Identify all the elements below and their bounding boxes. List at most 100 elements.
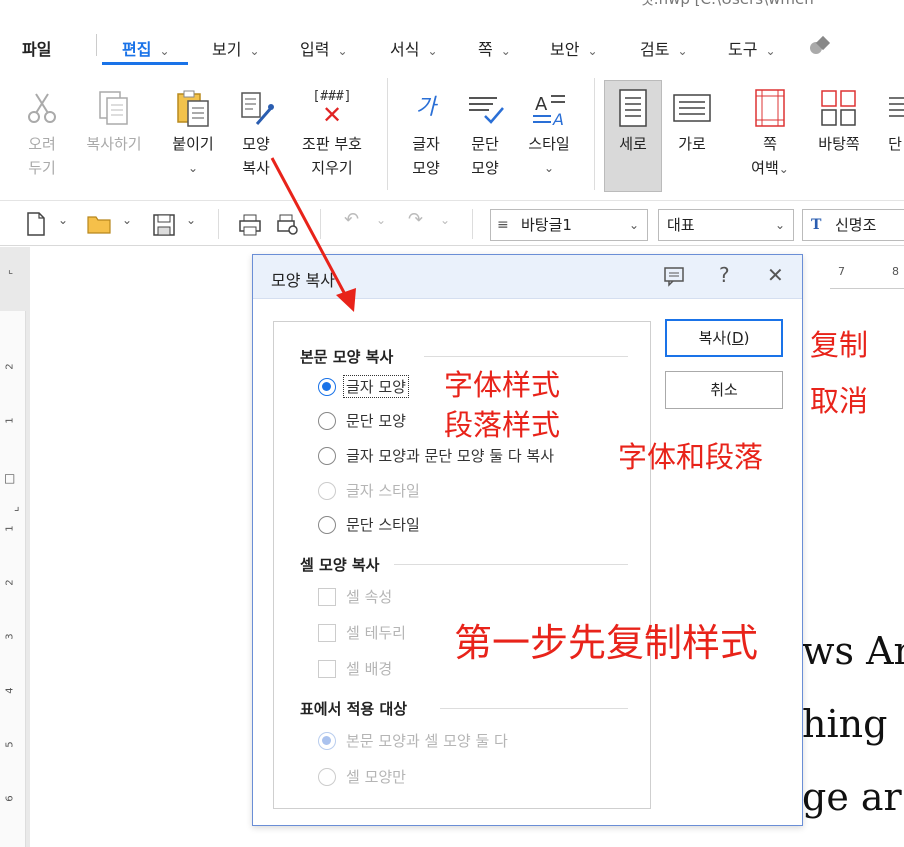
landscape-page-icon <box>668 84 716 132</box>
copy-button[interactable]: 복사(D) <box>665 319 783 357</box>
shapes-icon[interactable] <box>808 34 832 58</box>
columns-button[interactable]: 단 <box>880 84 904 156</box>
menu-page[interactable]: 쪽 ⌄ <box>478 36 511 60</box>
font-combo-value: 신명조 <box>835 216 877 234</box>
char-shape-button[interactable]: 가 글자 모양 <box>403 84 449 180</box>
chevron-down-icon: ⌄ <box>427 44 438 58</box>
para-shape-button[interactable]: 문단 모양 <box>462 84 508 180</box>
portrait-button[interactable]: 세로 <box>606 84 660 156</box>
language-combo-value: 대표 <box>667 216 695 234</box>
comment-icon[interactable] <box>663 265 685 292</box>
chevron-down-icon: ⌄ <box>543 161 555 175</box>
radio-both-label[interactable]: 글자 모양과 문단 모양 둘 다 복사 <box>346 445 554 466</box>
chevron-down-icon: ⌄ <box>337 44 348 58</box>
language-combo[interactable]: 대표 ⌄ <box>658 209 794 241</box>
radio-para-shape-label[interactable]: 문단 모양 <box>346 410 406 431</box>
radio-para-shape[interactable] <box>318 412 336 430</box>
menubar: 파일 편집 ⌄ 보기 ⌄ 입력 ⌄ 서식 ⌄ 쪽 ⌄ 보안 ⌄ 검토 ⌄ 도구 ⌄ <box>0 24 904 66</box>
annotation-para-style: 段落样式 <box>444 408 561 442</box>
chevron-down-icon: ⌄ <box>778 162 789 176</box>
menu-review[interactable]: 검토 ⌄ <box>640 36 688 60</box>
remove-codes-icon: [###] ✕ <box>290 84 374 132</box>
paste-button[interactable]: 붙이기 ⌄ <box>166 84 220 180</box>
menu-tools[interactable]: 도구 ⌄ <box>728 36 776 60</box>
style-combo[interactable]: ≡ 바탕글1 ⌄ <box>490 209 648 241</box>
menu-page-label: 쪽 <box>478 40 493 59</box>
facing-pages-button[interactable]: 바탕쪽 <box>810 84 868 156</box>
tab-stop-icon[interactable]: ⌞ <box>8 263 13 276</box>
close-icon[interactable]: ✕ <box>767 263 784 287</box>
font-type-icon: T <box>811 217 822 233</box>
copy-button[interactable]: 복사하기 <box>78 84 150 156</box>
help-icon[interactable]: ? <box>719 263 730 287</box>
toolbar-divider <box>472 209 473 239</box>
margin-marker-icon[interactable]: □ <box>4 471 15 485</box>
ruler-number: 2 <box>4 579 16 586</box>
menu-insert[interactable]: 입력 ⌄ <box>300 36 348 60</box>
margins-label-2: 여백⌄ <box>738 156 802 181</box>
scissors-icon <box>20 84 64 132</box>
ruler-number: 1 <box>4 525 16 532</box>
menu-divider <box>96 34 97 56</box>
chevron-down-icon[interactable]: ⌄ <box>440 213 450 227</box>
annotation-cancel: 取消 <box>810 384 869 418</box>
landscape-label: 가로 <box>678 135 706 153</box>
style-button[interactable]: AA 스타일 ⌄ <box>520 84 578 180</box>
radio-para-style-label[interactable]: 문단 스타일 <box>346 514 420 535</box>
section-body-copy: 본문 모양 복사 <box>300 348 394 366</box>
ruler-number: 4 <box>4 687 16 694</box>
section-cell-copy: 셀 모양 복사 <box>300 556 380 574</box>
ruler-number: 7 <box>838 265 845 278</box>
menu-security[interactable]: 보안 ⌄ <box>550 36 598 60</box>
radio-both[interactable] <box>318 447 336 465</box>
print-icon[interactable] <box>238 213 262 241</box>
save-icon[interactable] <box>152 213 176 241</box>
chevron-down-icon[interactable]: ⌄ <box>376 213 386 227</box>
checkbox-cell-bg-label: 셀 배경 <box>346 660 393 678</box>
margins-button[interactable]: 쪽 여백⌄ <box>738 84 802 181</box>
copy-label: 복사하기 <box>86 135 142 153</box>
menu-edit[interactable]: 편집 ⌄ <box>122 36 170 60</box>
chevron-down-icon[interactable]: ⌄ <box>186 213 196 227</box>
style-icon: AA <box>520 84 578 132</box>
portrait-page-icon <box>606 84 660 132</box>
margin-marker-icon[interactable]: ⌟ <box>14 499 20 513</box>
menu-format[interactable]: 서식 ⌄ <box>390 36 438 60</box>
radio-body-and-cell <box>318 732 336 750</box>
para-shape-label-2: 모양 <box>471 159 499 177</box>
redo-icon[interactable]: ↷ <box>408 209 423 230</box>
open-folder-icon[interactable] <box>86 213 114 239</box>
copy-button-mnemonic: D <box>732 329 744 347</box>
ruler-number: 8 <box>892 265 899 278</box>
checkbox-cell-border <box>318 624 336 642</box>
style-label: 스타일 <box>528 135 570 153</box>
char-shape-icon-text: 가 <box>415 95 437 120</box>
svg-text:A: A <box>535 94 548 115</box>
menu-file[interactable]: 파일 <box>22 36 51 60</box>
columns-label: 단 <box>888 135 902 153</box>
landscape-button[interactable]: 가로 <box>668 84 716 156</box>
cut-button[interactable]: 오려 두기 <box>20 84 64 180</box>
radio-char-style <box>318 482 336 500</box>
menu-edit-label: 편집 <box>122 40 152 59</box>
radio-char-shape[interactable] <box>318 378 336 396</box>
chevron-down-icon[interactable]: ⌄ <box>122 213 132 227</box>
radio-para-style[interactable] <box>318 516 336 534</box>
facing-pages-label: 바탕쪽 <box>818 135 860 153</box>
cancel-button[interactable]: 취소 <box>665 371 783 409</box>
chevron-down-icon: ⌄ <box>587 44 598 58</box>
font-combo[interactable]: T 신명조 <box>802 209 904 241</box>
document-text-line: hing <box>802 702 888 746</box>
new-document-icon[interactable] <box>24 211 48 241</box>
menu-view-label: 보기 <box>212 40 242 59</box>
cut-label-2: 두기 <box>28 159 56 177</box>
margins-label-1: 쪽 <box>763 135 777 153</box>
radio-char-shape-label[interactable]: 글자 모양 <box>343 375 409 398</box>
chevron-down-icon: ⌄ <box>159 44 170 58</box>
ruler-number: 2 <box>4 363 16 370</box>
menu-view[interactable]: 보기 ⌄ <box>212 36 260 60</box>
char-shape-label-2: 모양 <box>412 159 440 177</box>
radio-cell-only-label: 셀 모양만 <box>346 768 406 786</box>
chevron-down-icon[interactable]: ⌄ <box>58 213 68 227</box>
section-divider <box>394 564 628 565</box>
